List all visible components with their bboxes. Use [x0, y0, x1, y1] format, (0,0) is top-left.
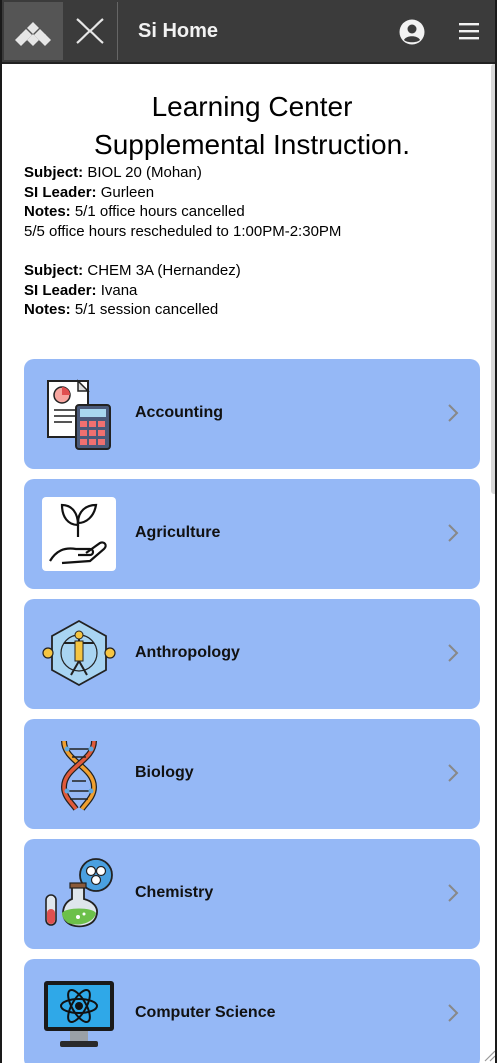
main-content: Learning Center Supplemental Instruction…	[4, 62, 494, 1063]
user-icon[interactable]	[399, 19, 425, 45]
notice-block: Subject: BIOL 20 (Mohan) SI Leader: Gurl…	[24, 163, 341, 241]
chevron-right-icon	[448, 404, 459, 422]
scrollbar[interactable]	[491, 64, 495, 494]
dna-icon	[60, 740, 98, 811]
resize-grip-icon[interactable]	[482, 1048, 496, 1062]
notice-notes-extra: 5/5 office hours rescheduled to 1:00PM-2…	[24, 222, 342, 240]
chemistry-icon	[45, 858, 113, 928]
notice-leader: SI Leader: Ivana	[24, 281, 138, 299]
subject-card-anthropology[interactable]: Anthropology	[24, 599, 480, 709]
logo-icon	[15, 22, 51, 46]
notice-block: Subject: CHEM 3A (Hernandez) SI Leader: …	[24, 261, 241, 320]
chevron-right-icon	[448, 884, 459, 902]
notice-notes: Notes: 5/1 session cancelled	[24, 301, 219, 318]
subject-card-label: Anthropology	[135, 644, 240, 661]
app-frame: Si Home Learning Center Supplemental Ins…	[0, 0, 497, 1063]
page-title-line-1: Learning Center	[151, 91, 353, 122]
x-button[interactable]	[63, 2, 118, 60]
agriculture-icon	[42, 497, 116, 571]
chevron-right-icon	[448, 764, 459, 782]
chevron-right-icon	[448, 1004, 459, 1022]
notice-subject: Subject: CHEM 3A (Hernandez)	[24, 262, 241, 279]
notice-notes: Notes: 5/1 office hours cancelled	[24, 203, 245, 220]
subject-card-accounting[interactable]: Accounting	[24, 359, 480, 469]
subject-card-label: Agriculture	[135, 524, 221, 541]
notice-leader: SI Leader: Gurleen	[24, 183, 155, 201]
x-icon	[76, 18, 104, 44]
chevron-right-icon	[448, 524, 459, 542]
logo-button[interactable]	[4, 2, 63, 60]
subject-card-chemistry[interactable]: Chemistry	[24, 839, 480, 949]
chevron-right-icon	[448, 644, 459, 662]
subject-card-label: Accounting	[135, 404, 223, 421]
subject-card-label: Biology	[135, 764, 194, 781]
computer-science-icon	[44, 981, 114, 1047]
subject-card-label: Chemistry	[135, 884, 214, 901]
subject-card-computer-science[interactable]: Computer Science	[24, 959, 480, 1063]
anthropology-icon	[42, 619, 116, 687]
subject-card-label: Computer Science	[135, 1004, 276, 1021]
subject-card-biology[interactable]: Biology	[24, 719, 480, 829]
page-title-line-2: Supplemental Instruction.	[94, 129, 410, 160]
notice-subject: Subject: BIOL 20 (Mohan)	[24, 164, 202, 181]
subject-card-agriculture[interactable]: Agriculture	[24, 479, 480, 589]
app-title: Si Home	[138, 20, 219, 42]
menu-icon[interactable]	[458, 21, 480, 41]
accounting-icon	[47, 379, 111, 450]
top-bar: Si Home	[2, 0, 495, 64]
page-title: Learning Center Supplemental Instruction…	[4, 88, 494, 164]
